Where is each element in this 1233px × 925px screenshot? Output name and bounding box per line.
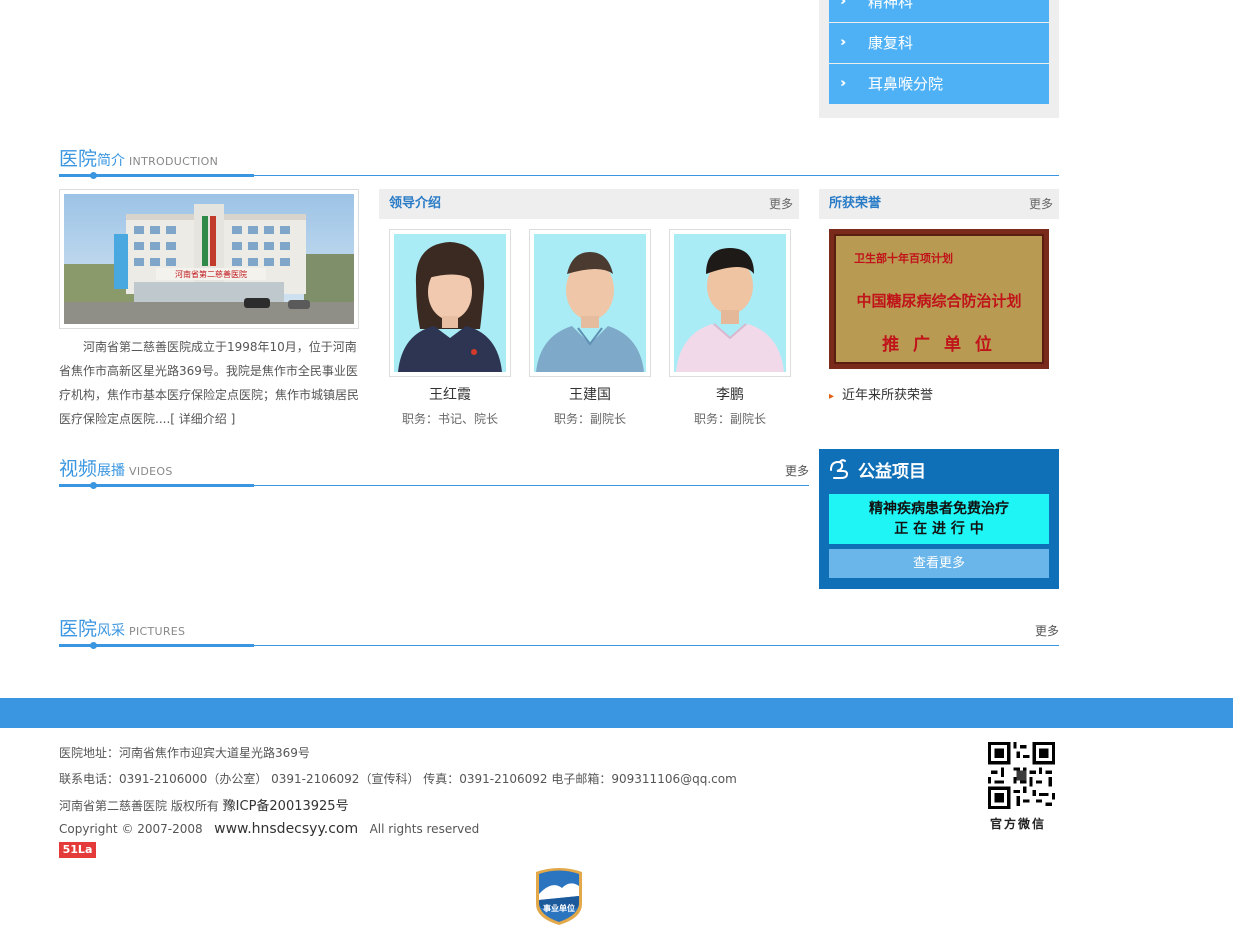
honors-more-link[interactable]: 更多: [1029, 189, 1053, 219]
charity-banner-line1: 精神疾病患者免费治疗: [869, 501, 1009, 517]
leader-card[interactable]: 王建国 职务：副院长: [529, 229, 651, 427]
honor-list-item[interactable]: ▸ 近年来所获荣誉: [829, 384, 933, 403]
institution-badge-text: 事业单位: [543, 903, 575, 913]
leaders-panel-header: 领导介绍 更多: [379, 189, 799, 219]
leader-role: 职务：副院长: [693, 412, 766, 426]
pictures-section-title: 医院风采 PICTURES: [59, 614, 185, 648]
section-title-big: 视频: [59, 458, 98, 480]
dept-item-label: 精神科: [868, 0, 914, 11]
section-title-small: 简介: [97, 153, 126, 169]
institution-badge[interactable]: 事业单位: [532, 866, 586, 925]
section-divider-dot: [90, 642, 97, 649]
charity-view-more-button[interactable]: 查看更多: [829, 549, 1049, 578]
intro-section-title: 医院简介 INTRODUCTION: [59, 144, 218, 178]
leader-photo: [529, 229, 651, 377]
charity-projects-box: 公益项目 精神疾病患者免费治疗 正 在 进 行 中 查看更多: [819, 449, 1059, 589]
leader-name: 王建国: [569, 387, 611, 403]
wechat-qr-code: [988, 742, 1055, 809]
intro-detail-link[interactable]: [ 详细介绍 ]: [170, 412, 235, 426]
section-title-en: INTRODUCTION: [129, 155, 219, 168]
plaque-line3: 推 广 单 位: [882, 335, 996, 355]
section-title-en: VIDEOS: [129, 465, 173, 478]
footer-icp-link[interactable]: 豫ICP备20013925号: [223, 799, 349, 814]
section-divider-accent: [59, 484, 254, 487]
leader-photo: [669, 229, 791, 377]
leaders-heading: 领导介绍: [389, 196, 442, 211]
charity-banner-line2: 正 在 进 行 中: [894, 521, 984, 537]
pictures-more-link[interactable]: 更多: [1035, 622, 1059, 639]
plaque-line1: 卫生部十年百项计划: [854, 252, 953, 265]
section-title-big: 医院: [59, 148, 98, 170]
charity-banner[interactable]: 精神疾病患者免费治疗 正 在 进 行 中: [829, 494, 1049, 544]
leader-card[interactable]: 王红霞 职务：书记、院长: [389, 229, 511, 427]
section-title-en: PICTURES: [129, 625, 186, 638]
leader-card[interactable]: 李鹏 职务：副院长: [669, 229, 791, 427]
hospital-building-photo[interactable]: 河南省第二慈善医院: [59, 189, 359, 329]
chevron-right-icon: ››: [840, 0, 847, 9]
honor-link-text: 近年来所获荣誉: [842, 388, 934, 403]
plaque-line2: 中国糖尿病综合防治计划: [856, 292, 1022, 310]
footer-copyright-prefix: Copyright © 2007-2008: [59, 822, 203, 836]
dept-item-ent-branch[interactable]: ›› 耳鼻喉分院: [829, 64, 1049, 104]
leader-photo: [389, 229, 511, 377]
leader-name: 李鹏: [716, 387, 744, 403]
section-divider-dot: [90, 172, 97, 179]
footer-contact: 联系电话：0391-2106000（办公室） 0391-2106092（宣传科）…: [59, 772, 737, 786]
heart-hand-icon: [830, 459, 849, 479]
section-title-small: 展播: [97, 463, 126, 479]
leader-role: 职务：副院长: [553, 412, 626, 426]
dept-item-rehabilitation[interactable]: ›› 康复科: [829, 23, 1049, 63]
footer-rights-text: All rights reserved: [369, 822, 480, 836]
footer-owner-text: 河南省第二慈善医院 版权所有: [59, 799, 219, 813]
stats-badge[interactable]: 51La: [59, 842, 96, 858]
plaque-face: 卫生部十年百项计划 中国糖尿病综合防治计划 推 广 单 位: [834, 234, 1044, 364]
section-title-small: 风采: [97, 623, 126, 639]
leader-name: 王红霞: [429, 387, 471, 403]
intro-summary: 河南省第二慈善医院成立于1998年10月，位于河南省焦作市高新区星光路369号。…: [59, 335, 361, 431]
charity-title: 公益项目: [858, 462, 926, 482]
section-title-big: 医院: [59, 618, 98, 640]
videos-more-link[interactable]: 更多: [785, 462, 809, 479]
building-sign-text: 河南省第二慈善医院: [175, 269, 247, 279]
footer-domain-link[interactable]: www.hnsdecsyy.com: [214, 821, 358, 837]
leaders-more-link[interactable]: 更多: [769, 189, 793, 219]
footer-address: 医院地址：河南省焦作市迎宾大道星光路369号: [59, 746, 310, 760]
dept-item-label: 康复科: [868, 34, 914, 52]
leader-role: 职务：书记、院长: [401, 412, 498, 426]
footer-copyright: Copyright © 2007-2008 www.hnsdecsyy.com …: [59, 821, 479, 837]
footer-copyright-owner: 河南省第二慈善医院 版权所有 豫ICP备20013925号: [59, 795, 349, 814]
section-divider-accent: [59, 174, 254, 177]
section-divider-dot: [90, 482, 97, 489]
dept-item-psychiatry[interactable]: ›› 精神科: [829, 0, 1049, 22]
honors-panel-header: 所获荣誉 更多: [819, 189, 1059, 219]
chevron-right-icon: ››: [840, 76, 847, 91]
arrow-right-icon: ▸: [829, 391, 835, 402]
qr-caption: 官方微信: [990, 817, 1047, 831]
dept-item-label: 耳鼻喉分院: [868, 75, 944, 93]
footer-nav-bar: [0, 698, 1233, 728]
chevron-right-icon: ››: [840, 35, 847, 50]
section-divider-accent: [59, 644, 254, 647]
honor-plaque-image[interactable]: 卫生部十年百项计划 中国糖尿病综合防治计划 推 广 单 位: [829, 229, 1049, 369]
honors-heading: 所获荣誉: [829, 196, 882, 211]
videos-section-title: 视频展播 VIDEOS: [59, 454, 173, 488]
